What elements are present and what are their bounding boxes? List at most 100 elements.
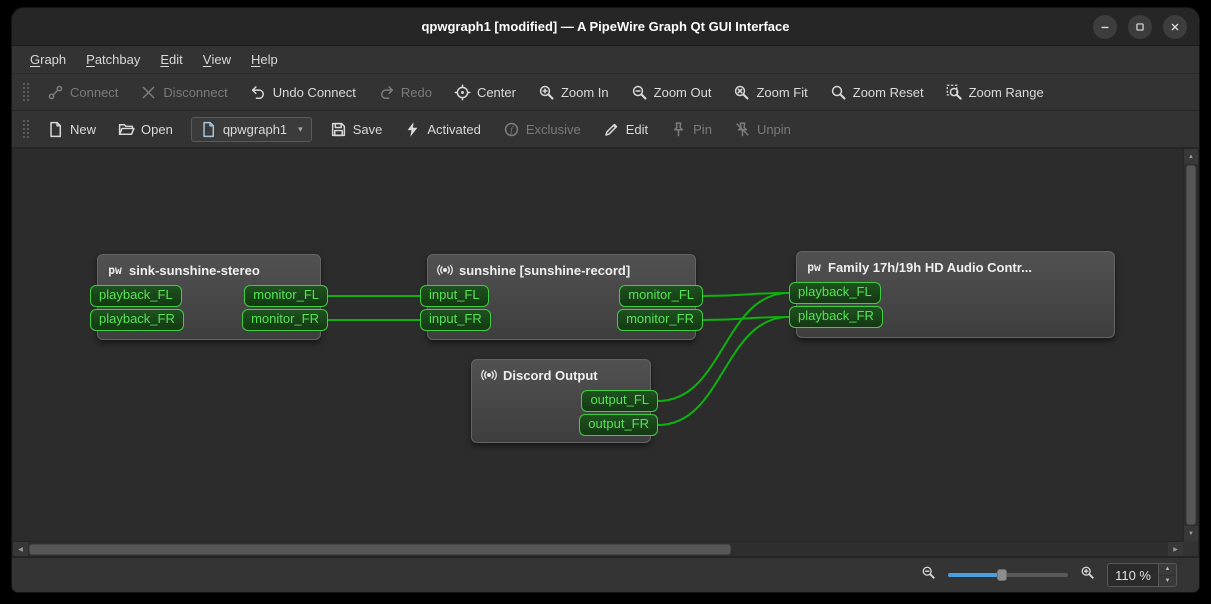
scroll-right-arrow[interactable]: ▶ [1168, 542, 1183, 556]
toolbar-button-label: Save [353, 122, 383, 137]
minimize-icon [1098, 20, 1112, 34]
zoom-in-small-icon[interactable] [1080, 565, 1095, 585]
toolbar-button-redo[interactable]: Redo [369, 79, 441, 106]
port-output_FL[interactable]: output_FL [581, 390, 658, 412]
toolbar-button-zoom-fit[interactable]: Zoom Fit [724, 79, 816, 106]
menu-help[interactable]: Help [241, 46, 288, 73]
node-family-audio[interactable]: pwFamily 17h/19h HD Audio Contr...playba… [796, 251, 1115, 338]
record-icon [480, 366, 498, 384]
toolbar-graph: Connect Disconnect Undo ConnectRedo Center Z… [12, 74, 1199, 111]
zoom-spinbox[interactable]: 110 % ▲ ▼ [1107, 563, 1177, 587]
port-playback_FR[interactable]: playback_FR [90, 309, 184, 331]
titlebar: qpwgraph1 [modified] — A PipeWire Graph … [12, 8, 1199, 46]
toolbar-button-zoom-in[interactable]: Zoom In [529, 79, 618, 106]
activated-icon [404, 121, 421, 138]
port-monitor_FL[interactable]: monitor_FL [244, 285, 328, 307]
chevron-down-icon: ▾ [298, 124, 303, 135]
port-monitor_FR[interactable]: monitor_FR [242, 309, 328, 331]
toolbar-button-center[interactable]: Center [445, 79, 525, 106]
toolbar-button-exclusive[interactable]: fExclusive [494, 116, 590, 143]
node-discord-output[interactable]: Discord Outputoutput_FLoutput_FR [471, 359, 651, 443]
port-monitor_FL[interactable]: monitor_FL [619, 285, 703, 307]
zoom-out-icon [631, 84, 648, 101]
save-icon [330, 121, 347, 138]
zoom-slider-handle[interactable] [997, 569, 1007, 581]
record-icon [436, 261, 454, 279]
redo-icon [378, 84, 395, 101]
node-header[interactable]: pw Family 17h/19h HD Audio Contr... [797, 252, 1114, 280]
toolbar-button-pin[interactable]: Pin [661, 116, 721, 143]
node-title: sink-sunshine-stereo [129, 263, 260, 278]
toolbar-button-label: Center [477, 85, 516, 100]
toolbar-button-label: Disconnect [163, 85, 227, 100]
toolbar-button-unpin[interactable]: Unpin [725, 116, 800, 143]
toolbar-button-label: Open [141, 122, 173, 137]
toolbar-button-undo-connect[interactable]: Undo Connect [241, 79, 365, 106]
toolbar-button-connect[interactable]: Connect [38, 79, 127, 106]
scroll-left-arrow[interactable]: ◀ [13, 542, 28, 556]
node-header[interactable]: sunshine [sunshine-record] [428, 255, 695, 283]
scroll-up-arrow[interactable]: ▲ [1184, 149, 1198, 164]
toolbar-button-edit[interactable]: Edit [594, 116, 657, 143]
node-header[interactable]: pwsink-sunshine-stereo [98, 255, 320, 283]
graph-canvas-area: pwsink-sunshine-stereoplayback_FLmonitor… [12, 148, 1199, 557]
node-sink-sunshine-stereo[interactable]: pwsink-sunshine-stereoplayback_FLmonitor… [97, 254, 321, 340]
minimize-button[interactable] [1093, 15, 1117, 39]
vertical-scrollbar[interactable]: ▲ ▼ [1183, 149, 1198, 541]
toolbar-button-disconnect[interactable]: Disconnect [131, 79, 236, 106]
toolbar-handle[interactable] [21, 81, 29, 103]
connection-wire[interactable] [703, 293, 789, 296]
spin-down-button[interactable]: ▼ [1159, 576, 1176, 587]
connection-wire[interactable] [703, 317, 789, 320]
scroll-down-arrow[interactable]: ▼ [1184, 526, 1198, 541]
toolbar-button-zoom-out[interactable]: Zoom Out [622, 79, 721, 106]
node-title: Discord Output [503, 368, 598, 383]
zoom-slider[interactable] [948, 567, 1068, 583]
port-playback_FR[interactable]: playback_FR [789, 306, 883, 328]
graph-canvas[interactable]: pwsink-sunshine-stereoplayback_FLmonitor… [13, 149, 1183, 541]
close-button[interactable] [1163, 15, 1187, 39]
toolbar-button-label: Zoom Fit [756, 85, 807, 100]
zoom-out-small-icon[interactable] [921, 565, 936, 585]
svg-text:pw: pw [807, 261, 821, 274]
horizontal-scrollbar[interactable]: ◀ ▶ [13, 541, 1183, 556]
port-playback_FL[interactable]: playback_FL [789, 282, 881, 304]
toolbar-button-save[interactable]: Save [321, 116, 392, 143]
toolbar-button-new[interactable]: New [38, 116, 105, 143]
svg-text:f: f [510, 124, 514, 134]
zoom-value: 110 % [1108, 568, 1158, 583]
zoom-slider-track[interactable] [948, 573, 1068, 577]
menu-edit[interactable]: Edit [150, 46, 192, 73]
spin-up-button[interactable]: ▲ [1159, 564, 1176, 576]
node-title: Family 17h/19h HD Audio Contr... [828, 260, 1032, 275]
spin-buttons: ▲ ▼ [1158, 564, 1176, 586]
menu-view[interactable]: View [193, 46, 241, 73]
zoom-range-icon [946, 84, 963, 101]
node-header[interactable]: Discord Output [472, 360, 650, 388]
toolbar-button-label: Edit [626, 122, 648, 137]
toolbar-button-activated[interactable]: Activated [395, 116, 489, 143]
vertical-scroll-handle[interactable] [1186, 165, 1196, 525]
horizontal-scroll-track[interactable] [731, 542, 1168, 556]
port-playback_FL[interactable]: playback_FL [90, 285, 182, 307]
toolbar-button-label: Zoom Range [969, 85, 1044, 100]
toolbar-handle[interactable] [21, 118, 29, 140]
port-output_FR[interactable]: output_FR [579, 414, 658, 436]
window-title: qpwgraph1 [modified] — A PipeWire Graph … [421, 19, 789, 34]
app-window: qpwgraph1 [modified] — A PipeWire Graph … [12, 8, 1199, 592]
toolbar-button-open[interactable]: Open [109, 116, 182, 143]
pipewire-icon: pw [805, 258, 823, 276]
menu-graph[interactable]: Graph [20, 46, 76, 73]
port-input_FL[interactable]: input_FL [420, 285, 489, 307]
toolbar-button-zoom-range[interactable]: Zoom Range [937, 79, 1053, 106]
menu-patchbay[interactable]: Patchbay [76, 46, 150, 73]
port-monitor_FR[interactable]: monitor_FR [617, 309, 703, 331]
node-sunshine[interactable]: sunshine [sunshine-record]input_FLmonito… [427, 254, 696, 340]
maximize-button[interactable] [1128, 15, 1152, 39]
port-input_FR[interactable]: input_FR [420, 309, 491, 331]
close-icon [1168, 20, 1182, 34]
combo-patchbay-select[interactable]: qpwgraph1▾ [191, 117, 312, 142]
toolbar-button-zoom-reset[interactable]: Zoom Reset [821, 79, 933, 106]
edit-icon [603, 121, 620, 138]
horizontal-scroll-handle[interactable] [29, 544, 731, 555]
